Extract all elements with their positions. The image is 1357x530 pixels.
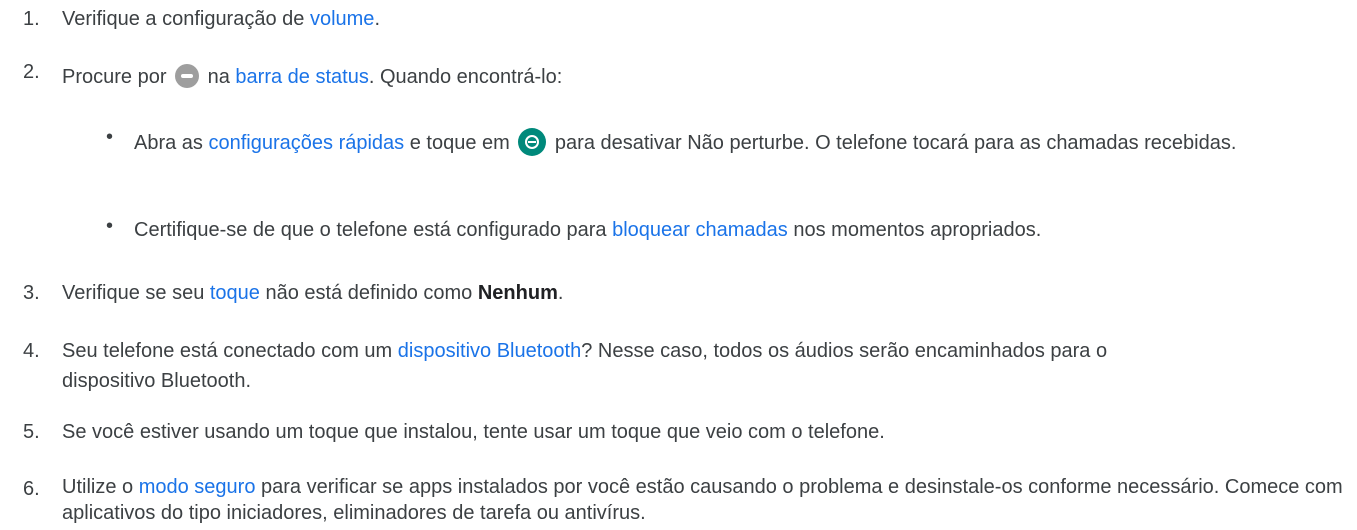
bullet-marker: •: [106, 126, 114, 148]
sub-text-pre: Certifique-se de que o telefone está con…: [134, 219, 613, 241]
step-text-mid: não está definido como: [259, 282, 478, 304]
safe-mode-link[interactable]: modo seguro: [139, 476, 256, 498]
sub-text-mid: e toque em: [404, 132, 516, 154]
status-bar-link[interactable]: barra de status: [235, 66, 368, 88]
step-text: Verifique se seu toque não está definido…: [62, 278, 1349, 308]
step-text: Se você estiver usando um toque que inst…: [62, 421, 885, 443]
step-text-post: para verificar se apps instalados por vo…: [62, 476, 1343, 524]
step-number: 5.: [23, 421, 40, 443]
step-text-pre: Utilize o: [62, 476, 139, 498]
sub-item-text: Abra as configurações rápidas e toque em…: [134, 128, 1345, 158]
step-text: Seu telefone está conectado com um dispo…: [62, 336, 1197, 396]
step-text-pre: Verifique se seu: [62, 282, 210, 304]
step-number: 2.: [23, 61, 40, 83]
sub-item-text: Certifique-se de que o telefone está con…: [134, 215, 1345, 245]
sub-text-post: para desativar Não perturbe. O telefone …: [549, 132, 1237, 154]
step-text-post: .: [374, 8, 380, 30]
ringtone-none-value: Nenhum: [477, 282, 558, 304]
step-text: Verifique a configuração de volume.: [62, 4, 1349, 34]
step-text: Procure por na barra de status. Quando e…: [62, 62, 1349, 92]
dnd-quick-setting-icon: [518, 128, 547, 156]
step-number: 1.: [23, 8, 40, 30]
bluetooth-device-link[interactable]: dispositivo Bluetooth: [398, 340, 581, 362]
step-text-pre: Seu telefone está conectado com um: [62, 340, 398, 362]
bullet-marker: •: [106, 215, 114, 237]
ringtone-link[interactable]: toque: [210, 282, 260, 304]
step-text-pre: Verifique a configuração de: [62, 8, 310, 30]
quick-settings-link[interactable]: configurações rápidas: [208, 132, 404, 154]
block-calls-link[interactable]: bloquear chamadas: [612, 219, 788, 241]
sub-text-post: nos momentos apropriados.: [787, 219, 1042, 241]
step-text-pre: Procure por: [62, 66, 173, 88]
step-number: 3.: [23, 282, 40, 304]
volume-link[interactable]: volume: [310, 8, 374, 30]
step-number: 4.: [23, 340, 40, 362]
step-text: Utilize o modo seguro para verificar se …: [62, 474, 1349, 526]
step-number: 6.: [23, 478, 40, 500]
step-text-post: .: [557, 282, 564, 304]
step-text-post: . Quando encontrá-lo:: [368, 66, 563, 88]
step-text-mid: na: [202, 66, 236, 88]
do-not-disturb-icon: [175, 64, 200, 88]
sub-text-pre: Abra as: [134, 132, 209, 154]
